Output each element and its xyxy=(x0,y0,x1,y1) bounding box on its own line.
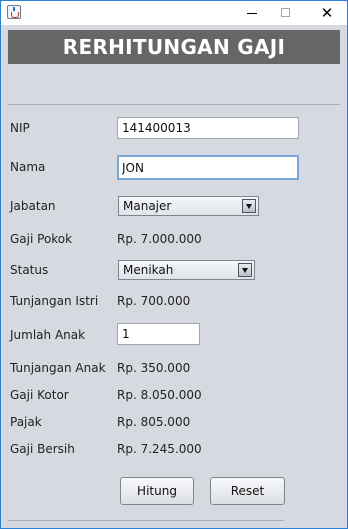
tunjangan-anak-value: Rp. 350.000 xyxy=(117,361,191,375)
gaji-bersih-value: Rp. 7.245.000 xyxy=(117,442,202,456)
gaji-kotor-value: Rp. 8.050.000 xyxy=(117,388,202,402)
pajak-label: Pajak xyxy=(10,415,42,429)
minimize-button[interactable] xyxy=(236,1,268,25)
chevron-down-icon[interactable] xyxy=(238,263,252,277)
jumlah-anak-input[interactable] xyxy=(117,323,200,345)
tunjangan-istri-value: Rp. 700.000 xyxy=(117,294,191,308)
close-icon: ✕ xyxy=(320,4,334,22)
nama-label: Nama xyxy=(10,160,46,174)
maximize-button[interactable] xyxy=(270,1,302,25)
jabatan-select[interactable]: Manajer xyxy=(118,196,259,216)
gaji-kotor-label: Gaji Kotor xyxy=(10,388,69,402)
gaji-pokok-value: Rp. 7.000.000 xyxy=(117,232,202,246)
page-title: RERHITUNGAN GAJI xyxy=(8,30,340,64)
maximize-icon xyxy=(281,8,290,17)
app-window: ✕ RERHITUNGAN GAJI NIP Nama Jabatan Mana… xyxy=(0,0,348,529)
nip-label: NIP xyxy=(10,121,30,135)
title-bar[interactable]: ✕ xyxy=(1,1,347,25)
java-app-icon xyxy=(7,5,21,19)
status-selected: Menikah xyxy=(123,263,174,277)
gaji-bersih-label: Gaji Bersih xyxy=(10,442,75,456)
gaji-pokok-label: Gaji Pokok xyxy=(10,232,73,246)
pajak-value: Rp. 805.000 xyxy=(117,415,191,429)
jumlah-anak-label: Jumlah Anak xyxy=(10,328,86,342)
chevron-down-icon[interactable] xyxy=(242,199,256,213)
bottom-divider xyxy=(8,520,284,521)
tunjangan-istri-label: Tunjangan Istri xyxy=(10,294,99,308)
top-divider xyxy=(8,104,340,105)
hitung-button[interactable]: Hitung xyxy=(120,477,194,505)
nama-input[interactable] xyxy=(117,155,299,180)
close-button[interactable]: ✕ xyxy=(311,1,343,25)
jabatan-label: Jabatan xyxy=(10,199,56,213)
tunjangan-anak-label: Tunjangan Anak xyxy=(10,361,106,375)
jabatan-selected: Manajer xyxy=(123,199,172,213)
minimize-icon xyxy=(247,13,257,14)
status-select[interactable]: Menikah xyxy=(118,260,255,280)
nip-input[interactable] xyxy=(117,117,299,139)
reset-button[interactable]: Reset xyxy=(210,477,285,505)
status-label: Status xyxy=(10,263,49,277)
